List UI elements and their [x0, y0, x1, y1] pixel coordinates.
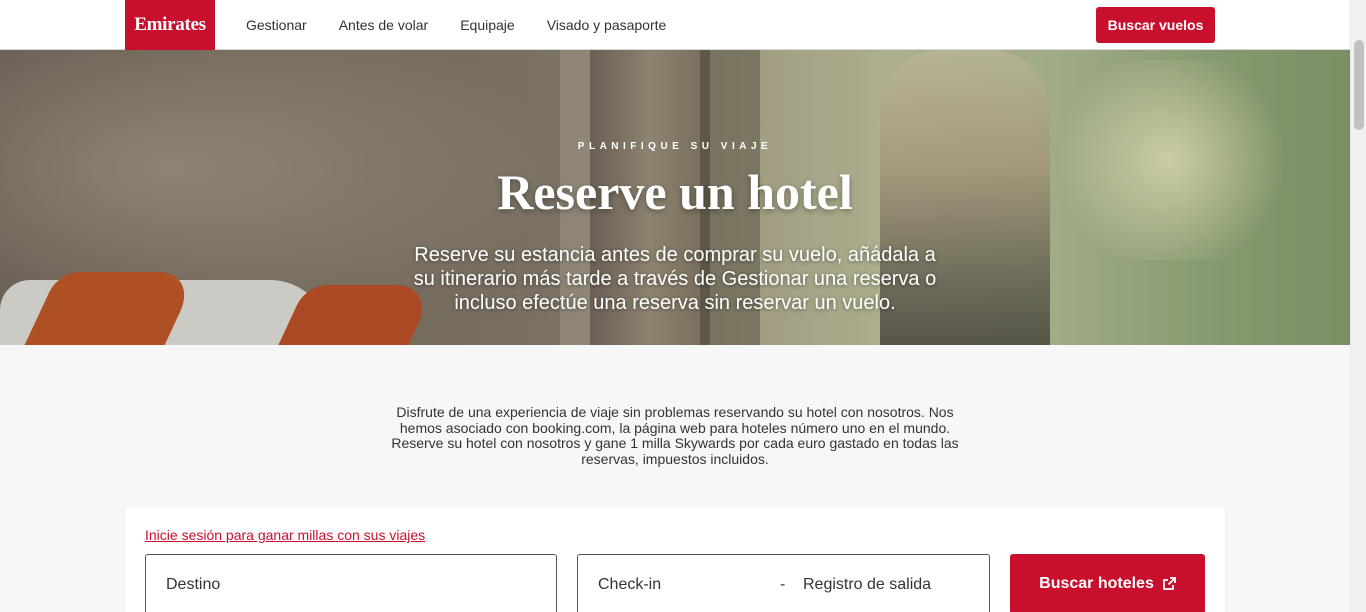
hotel-search-card: Inicie sesión para ganar millas con sus … [125, 507, 1225, 612]
site-header: Emirates Gestionar Antes de volar Equipa… [0, 0, 1350, 50]
checkin-label: Check-in [598, 576, 662, 593]
search-hotels-button[interactable]: Buscar hoteles [1010, 554, 1205, 612]
main-nav: Gestionar Antes de volar Equipaje Visado… [246, 0, 698, 50]
destination-placeholder: Destino [166, 576, 221, 593]
emirates-logo[interactable]: Emirates [125, 0, 215, 50]
hero-banner: PLANIFIQUE SU VIAJE Reserve un hotel Res… [0, 50, 1350, 345]
date-separator: - [780, 576, 786, 593]
checkout-label: Registro de salida [803, 576, 932, 593]
scrollbar-thumb[interactable] [1354, 40, 1364, 130]
hero-eyebrow: PLANIFIQUE SU VIAJE [577, 141, 773, 152]
date-range-field[interactable]: Check-in - Registro de salida [577, 554, 990, 612]
login-link[interactable]: Inicie sesión para ganar millas con sus … [145, 527, 425, 543]
nav-item-antes-de-volar[interactable]: Antes de volar [339, 17, 429, 33]
nav-item-equipaje[interactable]: Equipaje [460, 17, 515, 33]
nav-item-visado-pasaporte[interactable]: Visado y pasaporte [547, 17, 667, 33]
page-title: Reserve un hotel [497, 164, 853, 220]
hero-subtitle: Reserve su estancia antes de comprar su … [413, 244, 937, 314]
destination-field[interactable]: Destino [145, 554, 557, 612]
page-scrollbar[interactable] [1350, 0, 1366, 612]
nav-item-gestionar[interactable]: Gestionar [246, 17, 307, 33]
search-flights-button[interactable]: Buscar vuelos [1096, 7, 1215, 43]
external-link-icon [1162, 577, 1176, 590]
search-hotels-label: Buscar hoteles [1039, 575, 1154, 592]
intro-text: Disfrute de una experiencia de viaje sin… [391, 404, 959, 467]
